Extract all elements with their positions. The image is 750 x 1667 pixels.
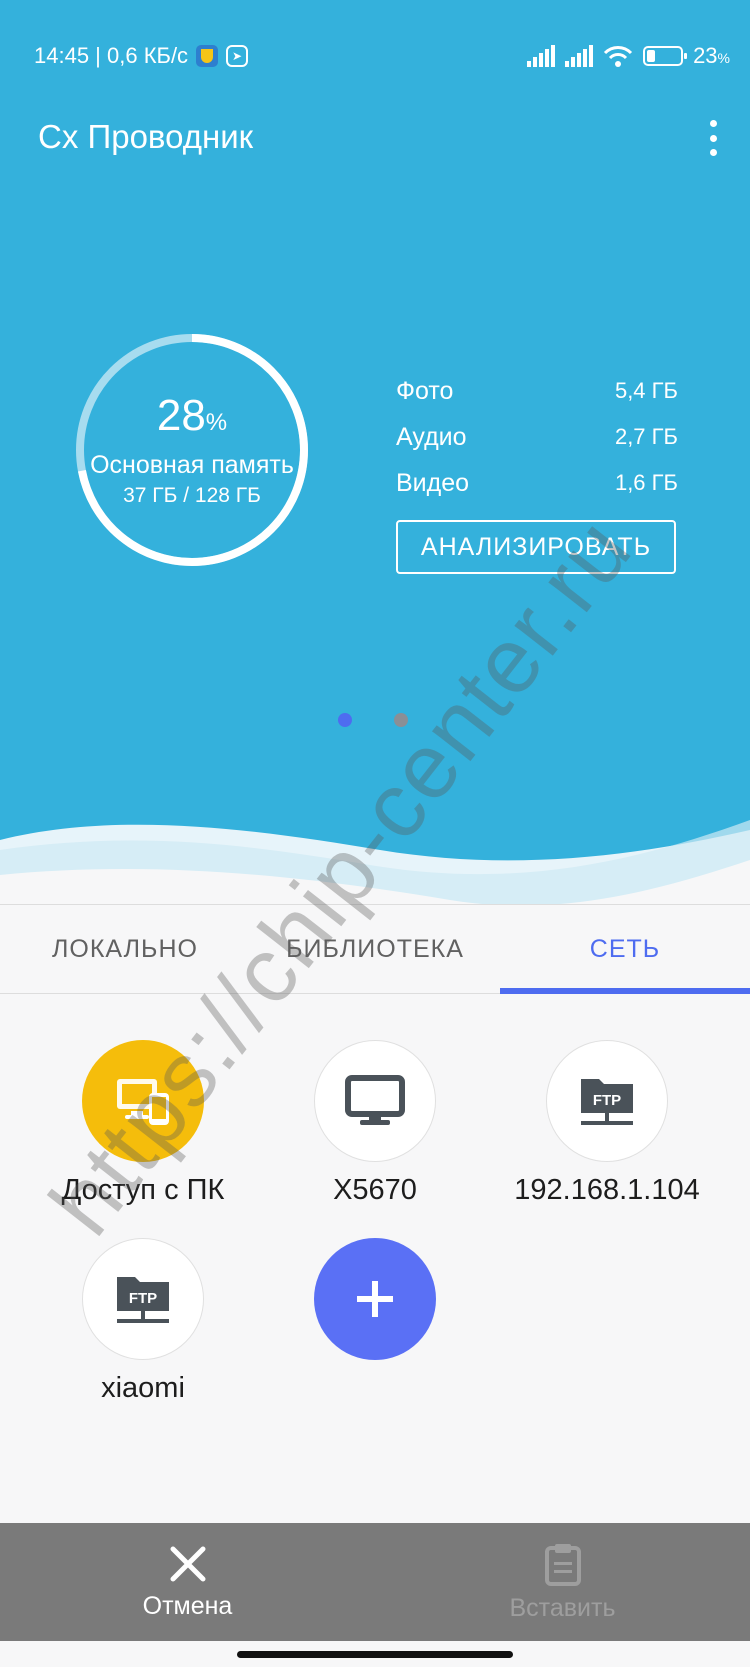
network-item-pc-access[interactable]: Доступ с ПК bbox=[18, 1040, 268, 1207]
stat-label: Аудио bbox=[396, 422, 467, 451]
page-dot-active[interactable] bbox=[338, 713, 352, 727]
cellular-signal-icon bbox=[565, 45, 594, 67]
app-title: Cx Проводник bbox=[38, 118, 254, 155]
ftp-folder-icon: FTP bbox=[546, 1040, 668, 1162]
shield-notification-icon bbox=[196, 45, 219, 67]
svg-text:FTP: FTP bbox=[593, 1092, 621, 1109]
stat-value: 1,6 ГБ bbox=[614, 470, 678, 495]
page-dot[interactable] bbox=[394, 713, 408, 727]
stat-row-photo[interactable]: Фото 5,4 ГБ bbox=[396, 368, 678, 414]
tab-library[interactable]: БИБЛИОТЕКА bbox=[250, 905, 500, 993]
storage-stats: Фото 5,4 ГБ Аудио 2,7 ГБ Видео 1,6 ГБ АН… bbox=[396, 368, 678, 574]
cancel-button[interactable]: Отмена bbox=[0, 1523, 375, 1641]
tab-network[interactable]: СЕТЬ bbox=[500, 905, 750, 994]
network-item-ftp-ip[interactable]: FTP 192.168.1.104 bbox=[482, 1040, 732, 1207]
plus-icon bbox=[314, 1238, 436, 1360]
add-network-button[interactable] bbox=[250, 1238, 500, 1360]
wifi-icon bbox=[603, 46, 633, 67]
page-indicator bbox=[338, 713, 408, 727]
battery-icon bbox=[643, 46, 688, 66]
stat-row-video[interactable]: Видео 1,6 ГБ bbox=[396, 460, 678, 506]
network-item-label: X5670 bbox=[333, 1174, 417, 1206]
pc-access-icon bbox=[82, 1040, 204, 1162]
network-item-label: 192.168.1.104 bbox=[514, 1174, 700, 1206]
storage-percent: 28% bbox=[156, 391, 228, 440]
svg-text:FTP: FTP bbox=[129, 1290, 157, 1307]
cellular-signal-icon bbox=[527, 45, 556, 67]
status-time: 14:45 | 0,6 КБ/с bbox=[34, 43, 189, 68]
clipboard-icon bbox=[544, 1543, 581, 1586]
analyze-button[interactable]: АНАЛИЗИРОВАТЬ bbox=[396, 520, 676, 574]
cancel-label: Отмена bbox=[142, 1591, 233, 1620]
tab-local[interactable]: ЛОКАЛЬНО bbox=[0, 905, 250, 993]
storage-name: Основная память bbox=[90, 451, 294, 479]
stat-value: 5,4 ГБ bbox=[614, 378, 678, 403]
stat-value: 2,7 ГБ bbox=[614, 424, 678, 449]
battery-percent: 23% bbox=[693, 43, 730, 68]
network-item-x5670[interactable]: X5670 bbox=[250, 1040, 500, 1207]
monitor-icon bbox=[314, 1040, 436, 1162]
paste-button[interactable]: Вставить bbox=[375, 1523, 750, 1641]
stat-label: Фото bbox=[396, 376, 454, 405]
wave-decoration bbox=[0, 820, 750, 905]
home-indicator[interactable] bbox=[237, 1651, 513, 1658]
storage-size: 37 ГБ / 128 ГБ bbox=[123, 484, 261, 507]
stat-label: Видео bbox=[396, 468, 470, 497]
network-item-label: Доступ с ПК bbox=[61, 1174, 225, 1206]
telegram-notification-icon: ➤ bbox=[226, 45, 249, 67]
status-bar: 14:45 | 0,6 КБ/с ➤ 23% bbox=[34, 38, 730, 74]
network-item-label: xiaomi bbox=[101, 1372, 185, 1404]
storage-usage-ring[interactable]: 28% Основная память 37 ГБ / 128 ГБ bbox=[70, 328, 314, 572]
network-item-xiaomi[interactable]: FTP xiaomi bbox=[18, 1238, 268, 1405]
tab-bar: ЛОКАЛЬНО БИБЛИОТЕКА СЕТЬ bbox=[0, 904, 750, 994]
bottom-action-bar: Отмена Вставить bbox=[0, 1523, 750, 1641]
stat-row-audio[interactable]: Аудио 2,7 ГБ bbox=[396, 414, 678, 460]
ftp-folder-icon: FTP bbox=[82, 1238, 204, 1360]
more-options-icon[interactable] bbox=[708, 120, 718, 156]
close-icon bbox=[170, 1546, 205, 1581]
paste-label: Вставить bbox=[509, 1593, 616, 1622]
